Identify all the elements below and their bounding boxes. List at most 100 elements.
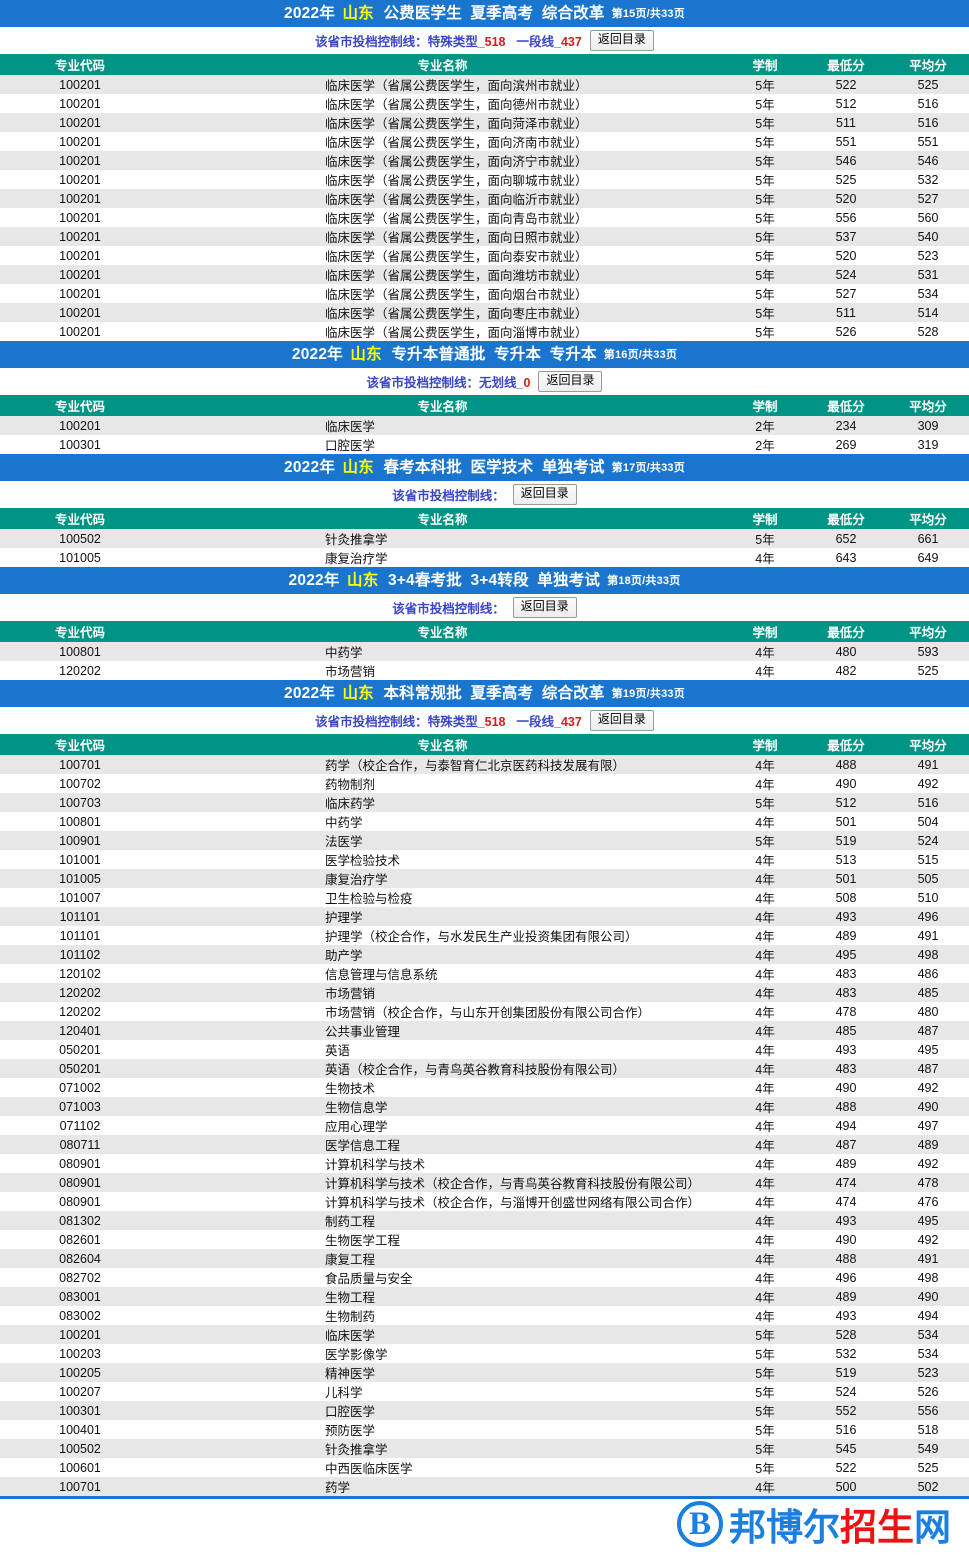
cell-study-length: 5年 bbox=[725, 1439, 805, 1458]
cell-study-length: 4年 bbox=[725, 661, 805, 680]
cell-avg-score: 649 bbox=[887, 548, 969, 567]
cell-min-score: 519 bbox=[805, 831, 887, 850]
cell-avg-score: 476 bbox=[887, 1192, 969, 1211]
back-to-index-button[interactable]: 返回目录 bbox=[590, 710, 654, 731]
cell-study-length: 4年 bbox=[725, 1154, 805, 1173]
cell-study-length: 4年 bbox=[725, 812, 805, 831]
cell-major-code: 100201 bbox=[0, 416, 160, 435]
cell-avg-score: 593 bbox=[887, 642, 969, 661]
control-line-prefix: 该省市投档控制线： bbox=[315, 715, 428, 729]
cell-major-code: 100601 bbox=[0, 1458, 160, 1477]
cell-major-code: 050201 bbox=[0, 1059, 160, 1078]
back-to-index-button[interactable]: 返回目录 bbox=[513, 484, 577, 505]
table-row: 120102信息管理与信息系统4年483486 bbox=[0, 964, 969, 983]
table-row: 100203医学影像学5年532534 bbox=[0, 1344, 969, 1363]
cell-major-name: 临床医学（省属公费医学生，面向烟台市就业） bbox=[160, 284, 725, 303]
banner-year: 2022年 bbox=[284, 685, 335, 702]
cell-min-score: 520 bbox=[805, 246, 887, 265]
cell-major-code: 050201 bbox=[0, 1040, 160, 1059]
cell-avg-score: 485 bbox=[887, 983, 969, 1002]
cell-major-name: 护理学 bbox=[160, 907, 725, 926]
cell-major-name: 临床医学（省属公费医学生，面向青岛市就业） bbox=[160, 208, 725, 227]
control-line-prefix: 该省市投档控制线： bbox=[392, 489, 505, 503]
cell-min-score: 482 bbox=[805, 661, 887, 680]
table-row: 082604康复工程4年488491 bbox=[0, 1249, 969, 1268]
banner-province: 山东 bbox=[347, 572, 378, 589]
section-banner-s17: 2022年 山东 春考本科批 医学技术 单独考试第17页/共33页 bbox=[0, 454, 969, 481]
cell-study-length: 5年 bbox=[725, 793, 805, 812]
cell-major-name: 生物技术 bbox=[160, 1078, 725, 1097]
cell-study-length: 4年 bbox=[725, 1097, 805, 1116]
table-row: 100201临床医学（省属公费医学生，面向菏泽市就业）5年511516 bbox=[0, 113, 969, 132]
cell-major-code: 083002 bbox=[0, 1306, 160, 1325]
cell-major-code: 071002 bbox=[0, 1078, 160, 1097]
cell-study-length: 5年 bbox=[725, 246, 805, 265]
cell-study-length: 5年 bbox=[725, 1325, 805, 1344]
table-row: 100301口腔医学5年552556 bbox=[0, 1401, 969, 1420]
cell-major-name: 计算机科学与技术（校企合作，与青鸟英谷教育科技股份有限公司） bbox=[160, 1173, 725, 1192]
cell-min-score: 488 bbox=[805, 1249, 887, 1268]
cell-major-name: 临床医学（省属公费医学生，面向日照市就业） bbox=[160, 227, 725, 246]
cell-major-code: 101102 bbox=[0, 945, 160, 964]
cell-avg-score: 486 bbox=[887, 964, 969, 983]
control-line-value: 518 bbox=[485, 715, 506, 729]
cell-major-code: 120102 bbox=[0, 964, 160, 983]
cell-avg-score: 495 bbox=[887, 1040, 969, 1059]
column-header-avg: 平均分 bbox=[887, 395, 969, 416]
table-row: 100201临床医学（省属公费医学生，面向日照市就业）5年537540 bbox=[0, 227, 969, 246]
banner-type: 单独考试 bbox=[542, 459, 605, 476]
column-header-length: 学制 bbox=[725, 395, 805, 416]
score-table-s15: 专业代码专业名称学制最低分平均分100201临床医学（省属公费医学生，面向滨州市… bbox=[0, 54, 969, 341]
cell-major-name: 临床医学（省属公费医学生，面向滨州市就业） bbox=[160, 75, 725, 94]
banner-year: 2022年 bbox=[284, 5, 335, 22]
back-to-index-button[interactable]: 返回目录 bbox=[513, 597, 577, 618]
cell-study-length: 4年 bbox=[725, 1268, 805, 1287]
cell-major-code: 100201 bbox=[0, 303, 160, 322]
cell-major-code: 100502 bbox=[0, 1439, 160, 1458]
cell-major-name: 儿科学 bbox=[160, 1382, 725, 1401]
column-header-name: 专业名称 bbox=[160, 54, 725, 75]
banner-batch: 本科常规批 bbox=[383, 685, 462, 702]
cell-avg-score: 516 bbox=[887, 793, 969, 812]
back-to-index-button[interactable]: 返回目录 bbox=[590, 30, 654, 51]
cell-study-length: 5年 bbox=[725, 75, 805, 94]
score-table-s17: 专业代码专业名称学制最低分平均分100502针灸推拿学5年65266110100… bbox=[0, 508, 969, 567]
cell-major-code: 100201 bbox=[0, 113, 160, 132]
table-row: 100201临床医学5年528534 bbox=[0, 1325, 969, 1344]
cell-major-code: 100205 bbox=[0, 1363, 160, 1382]
banner-category: 夏季高考 bbox=[470, 5, 533, 22]
score-report-page: 2022年 山东 公费医学生 夏季高考 综合改革第15页/共33页该省市投档控制… bbox=[0, 0, 969, 1499]
banner-pager: 第17页/共33页 bbox=[612, 462, 685, 474]
column-header-min: 最低分 bbox=[805, 54, 887, 75]
cell-avg-score: 546 bbox=[887, 151, 969, 170]
cell-major-code: 100201 bbox=[0, 94, 160, 113]
column-header-min: 最低分 bbox=[805, 734, 887, 755]
cell-avg-score: 494 bbox=[887, 1306, 969, 1325]
cell-min-score: 652 bbox=[805, 529, 887, 548]
cell-study-length: 4年 bbox=[725, 1306, 805, 1325]
back-to-index-button[interactable]: 返回目录 bbox=[538, 371, 602, 392]
cell-avg-score: 534 bbox=[887, 284, 969, 303]
column-header-length: 学制 bbox=[725, 734, 805, 755]
cell-major-code: 081302 bbox=[0, 1211, 160, 1230]
cell-major-name: 市场营销 bbox=[160, 661, 725, 680]
cell-major-name: 临床医学 bbox=[160, 1325, 725, 1344]
table-row: 100401预防医学5年516518 bbox=[0, 1420, 969, 1439]
cell-study-length: 4年 bbox=[725, 1192, 805, 1211]
table-header-row: 专业代码专业名称学制最低分平均分 bbox=[0, 734, 969, 755]
cell-major-name: 临床医学（省属公费医学生，面向聊城市就业） bbox=[160, 170, 725, 189]
cell-min-score: 556 bbox=[805, 208, 887, 227]
cell-avg-score: 504 bbox=[887, 812, 969, 831]
column-header-min: 最低分 bbox=[805, 508, 887, 529]
control-line-value: 0 bbox=[524, 376, 531, 390]
table-body: 100201临床医学2年234309100301口腔医学2年269319 bbox=[0, 416, 969, 454]
banner-category: 夏季高考 bbox=[470, 685, 533, 702]
cell-min-score: 537 bbox=[805, 227, 887, 246]
table-row: 080901计算机科学与技术（校企合作，与青鸟英谷教育科技股份有限公司）4年47… bbox=[0, 1173, 969, 1192]
cell-major-name: 临床医学（省属公费医学生，面向德州市就业） bbox=[160, 94, 725, 113]
cell-major-code: 100201 bbox=[0, 189, 160, 208]
cell-avg-score: 516 bbox=[887, 113, 969, 132]
cell-major-name: 生物制药 bbox=[160, 1306, 725, 1325]
cell-avg-score: 661 bbox=[887, 529, 969, 548]
table-bottom-rule bbox=[0, 1496, 969, 1499]
